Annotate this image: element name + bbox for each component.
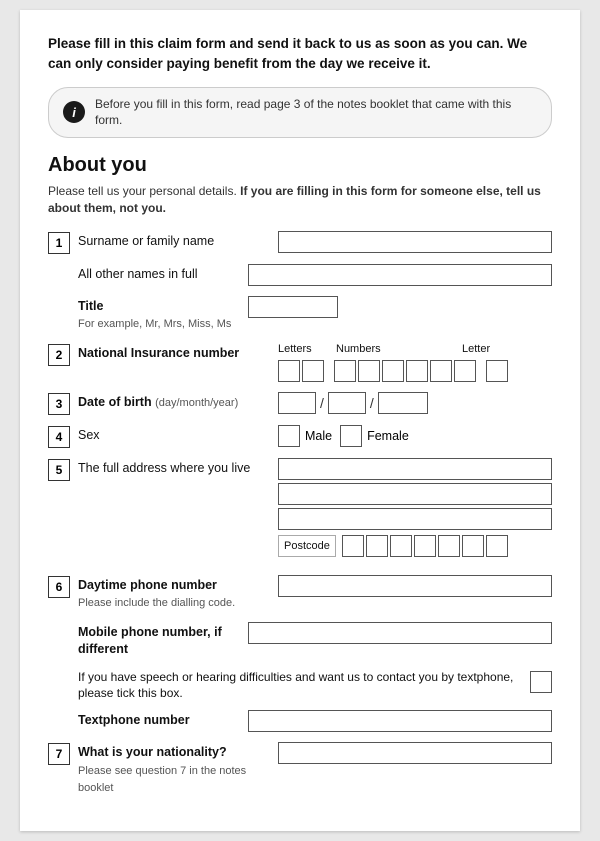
all-names-group: All other names in full [48, 264, 552, 286]
postcode-box-6[interactable] [462, 535, 484, 557]
ni-label: National Insurance number [78, 343, 278, 363]
ni-box-5[interactable] [382, 360, 404, 382]
dob-slash-2: / [370, 395, 374, 411]
q2-number: 2 [48, 344, 70, 366]
q2-group: 2 National Insurance number Letters Numb… [48, 343, 552, 382]
q5-number: 5 [48, 459, 70, 481]
mobile-input[interactable] [248, 622, 552, 644]
ni-headers: Letters Numbers Letter [278, 343, 552, 355]
nationality-input[interactable] [278, 742, 552, 764]
sex-female-option: Female [340, 425, 409, 447]
nationality-input-col [278, 742, 552, 764]
phone-input-col [278, 575, 552, 597]
q3-number: 3 [48, 393, 70, 415]
ni-box-2[interactable] [302, 360, 324, 382]
section-title: About you [48, 154, 552, 177]
q1-number: 1 [48, 232, 70, 254]
textphone-number-group: Textphone number [48, 710, 552, 732]
intro-text: Please fill in this claim form and send … [48, 34, 552, 75]
title-group: Title For example, Mr, Mrs, Miss, Ms [48, 296, 552, 333]
q7-group: 7 What is your nationality? Please see q… [48, 742, 552, 797]
address-label: The full address where you live [78, 458, 278, 478]
address-input-col: Postcode [278, 458, 552, 557]
phone-sublabel: Please include the dialling code. [78, 597, 235, 609]
mobile-label: Mobile phone number, if different [78, 622, 248, 659]
phone-label: Daytime phone number Please include the … [78, 575, 278, 612]
sex-male-box[interactable] [278, 425, 300, 447]
address-line-2[interactable] [278, 483, 552, 505]
form-page: Please fill in this claim form and send … [20, 10, 580, 831]
phone-input[interactable] [278, 575, 552, 597]
textphone-notice-text: If you have speech or hearing difficulti… [78, 669, 522, 703]
info-box: i Before you fill in this form, read pag… [48, 87, 552, 139]
postcode-row: Postcode [278, 535, 552, 557]
title-input-col [248, 296, 552, 318]
title-input[interactable] [248, 296, 338, 318]
mobile-group: Mobile phone number, if different [48, 622, 552, 659]
ni-boxes [278, 360, 552, 382]
address-line-3[interactable] [278, 508, 552, 530]
postcode-box-5[interactable] [438, 535, 460, 557]
dob-input-col: / / [278, 392, 552, 414]
textphone-tick-box[interactable] [530, 671, 552, 693]
surname-input[interactable] [278, 231, 552, 253]
mobile-input-col [248, 622, 552, 644]
q7-number: 7 [48, 743, 70, 765]
q6-number: 6 [48, 576, 70, 598]
sex-male-label: Male [305, 429, 332, 443]
postcode-label: Postcode [278, 535, 336, 557]
section-description: Please tell us your personal details. If… [48, 183, 552, 217]
ni-box-3[interactable] [334, 360, 356, 382]
sex-row: Male Female [278, 425, 552, 447]
dob-month[interactable] [328, 392, 366, 414]
title-label-col: Title For example, Mr, Mrs, Miss, Ms [78, 296, 248, 333]
q1-input-col [278, 231, 552, 253]
dob-day[interactable] [278, 392, 316, 414]
dob-slash-1: / [320, 395, 324, 411]
sex-male-option: Male [278, 425, 332, 447]
postcode-box-7[interactable] [486, 535, 508, 557]
all-names-input[interactable] [248, 264, 552, 286]
postcode-box-1[interactable] [342, 535, 364, 557]
all-names-input-col [248, 264, 552, 286]
q6-group: 6 Daytime phone number Please include th… [48, 575, 552, 612]
textphone-input-col [248, 710, 552, 732]
dob-row: / / [278, 392, 552, 414]
postcode-box-3[interactable] [390, 535, 412, 557]
q3-group: 3 Date of birth (day/month/year) / / [48, 392, 552, 415]
textphone-label: Textphone number [78, 710, 248, 730]
q5-group: 5 The full address where you live Postco… [48, 458, 552, 557]
ni-box-7[interactable] [430, 360, 452, 382]
ni-box-4[interactable] [358, 360, 380, 382]
nationality-label: What is your nationality? Please see que… [78, 742, 278, 797]
q4-group: 4 Sex Male Female [48, 425, 552, 448]
textphone-input[interactable] [248, 710, 552, 732]
all-names-label: All other names in full [78, 264, 248, 284]
textphone-notice: If you have speech or hearing difficulti… [78, 669, 552, 703]
sex-label: Sex [78, 425, 278, 445]
q1-group: 1 Surname or family name [48, 231, 552, 254]
ni-box-6[interactable] [406, 360, 428, 382]
dob-label: Date of birth (day/month/year) [78, 392, 278, 412]
ni-box-1[interactable] [278, 360, 300, 382]
sex-female-label: Female [367, 429, 409, 443]
textphone-section: If you have speech or hearing difficulti… [48, 669, 552, 703]
dob-year[interactable] [378, 392, 428, 414]
postcode-box-2[interactable] [366, 535, 388, 557]
ni-input-col: Letters Numbers Letter [278, 343, 552, 382]
address-line-1[interactable] [278, 458, 552, 480]
title-sublabel: For example, Mr, Mrs, Miss, Ms [78, 318, 231, 330]
q1-label: Surname or family name [78, 231, 278, 251]
info-box-text: Before you fill in this form, read page … [95, 96, 537, 130]
sex-female-box[interactable] [340, 425, 362, 447]
q4-number: 4 [48, 426, 70, 448]
postcode-box-4[interactable] [414, 535, 436, 557]
nationality-sublabel: Please see question 7 in the notes bookl… [78, 765, 246, 795]
ni-box-9[interactable] [486, 360, 508, 382]
sex-input-col: Male Female [278, 425, 552, 447]
info-icon: i [63, 101, 85, 123]
ni-box-8[interactable] [454, 360, 476, 382]
